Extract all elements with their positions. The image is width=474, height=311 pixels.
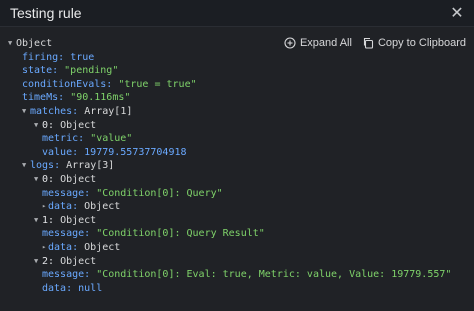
collapse-caret-icon[interactable]: ▼ (22, 105, 30, 119)
tree-row-log-1-data[interactable]: ▸ data: Object (8, 241, 451, 255)
tree-type: Object (84, 241, 121, 253)
tree-type: Object (60, 173, 97, 185)
tree-row-log-2-message: message: "Condition[0]: Eval: true, Metr… (8, 268, 451, 282)
tree-row-log-2-data: data: null (8, 282, 451, 296)
tree-value: true (70, 51, 95, 63)
tree-row-metric: metric: "value" (8, 132, 451, 146)
tree-value: "Condition[0]: Query" (96, 187, 223, 199)
tree-key: logs: (30, 160, 61, 172)
tree-value: null (78, 282, 103, 294)
tree-row-log-0-data[interactable]: ▸ data: Object (8, 200, 451, 214)
close-icon[interactable]: ✕ (446, 2, 468, 24)
tree-key: matches: (30, 105, 79, 117)
tree-value: "value" (90, 133, 133, 145)
tree-row-value: value: 19779.55737704918 (8, 146, 451, 160)
testing-rule-panel: Testing rule ✕ Expand All Copy to Clipbo… (0, 0, 474, 311)
tree-type: Array[1] (84, 105, 133, 117)
tree-row-time-ms: timeMs: "90.116ms" (8, 91, 451, 105)
tree-key: message: (42, 187, 91, 199)
tree-index: 2: (42, 255, 55, 267)
tree-row-match-0[interactable]: ▼ 0: Object (8, 119, 451, 133)
tree-key: message: (42, 228, 91, 240)
tree-key: timeMs: (22, 92, 65, 104)
tree-index: 0: (42, 173, 55, 185)
tree-key: data: (42, 282, 73, 294)
tree-row-matches[interactable]: ▼ matches: Array[1] (8, 105, 451, 119)
tree-value: "pending" (64, 65, 119, 77)
tree-row-log-1[interactable]: ▼ 1: Object (8, 214, 451, 228)
panel-title: Testing rule (10, 5, 82, 21)
tree-row-log-1-message: message: "Condition[0]: Query Result" (8, 227, 451, 241)
tree-row-root[interactable]: ▼ Object (8, 37, 451, 51)
collapse-caret-icon[interactable]: ▼ (34, 119, 42, 133)
tree-key: metric: (42, 133, 85, 145)
root-type: Object (16, 38, 53, 49)
tree-type: Object (60, 214, 97, 226)
json-tree: ▼ Object firing: true state: "pending" c… (8, 37, 451, 295)
tree-type: Object (84, 201, 121, 213)
tree-value: "90.116ms" (70, 92, 131, 104)
tree-key: conditionEvals: (22, 78, 113, 90)
json-inspector: Expand All Copy to Clipboard ▼ Object fi… (0, 26, 474, 311)
tree-row-log-0[interactable]: ▼ 0: Object (8, 173, 451, 187)
tree-row-logs[interactable]: ▼ logs: Array[3] (8, 159, 451, 173)
tree-type: Array[3] (66, 160, 115, 172)
collapse-caret-icon[interactable]: ▼ (34, 173, 42, 187)
collapse-caret-icon[interactable]: ▼ (22, 159, 30, 173)
collapse-caret-icon[interactable]: ▼ (34, 255, 42, 269)
tree-key: data: (48, 201, 79, 213)
tree-index: 1: (42, 214, 55, 226)
tree-value: "true = true" (118, 78, 197, 90)
tree-type: Object (60, 119, 97, 131)
collapse-caret-icon[interactable]: ▼ (34, 214, 42, 228)
tree-row-log-0-message: message: "Condition[0]: Query" (8, 187, 451, 201)
tree-key: message: (42, 269, 91, 281)
tree-value: "Condition[0]: Query Result" (96, 228, 265, 240)
tree-row-firing: firing: true (8, 51, 451, 65)
tree-row-condition-evals: conditionEvals: "true = true" (8, 78, 451, 92)
tree-value: 19779.55737704918 (84, 146, 187, 158)
tree-key: data: (48, 241, 79, 253)
tree-row-state: state: "pending" (8, 64, 451, 78)
collapse-caret-icon[interactable]: ▼ (8, 37, 16, 51)
tree-key: firing: (22, 51, 65, 63)
tree-key: value: (42, 146, 79, 158)
panel-header: Testing rule ✕ (0, 0, 474, 26)
tree-value: "Condition[0]: Eval: true, Metric: value… (96, 269, 452, 281)
tree-type: Object (60, 255, 97, 267)
tree-index: 0: (42, 119, 55, 131)
tree-row-log-2[interactable]: ▼ 2: Object (8, 255, 451, 269)
tree-key: state: (22, 65, 59, 77)
